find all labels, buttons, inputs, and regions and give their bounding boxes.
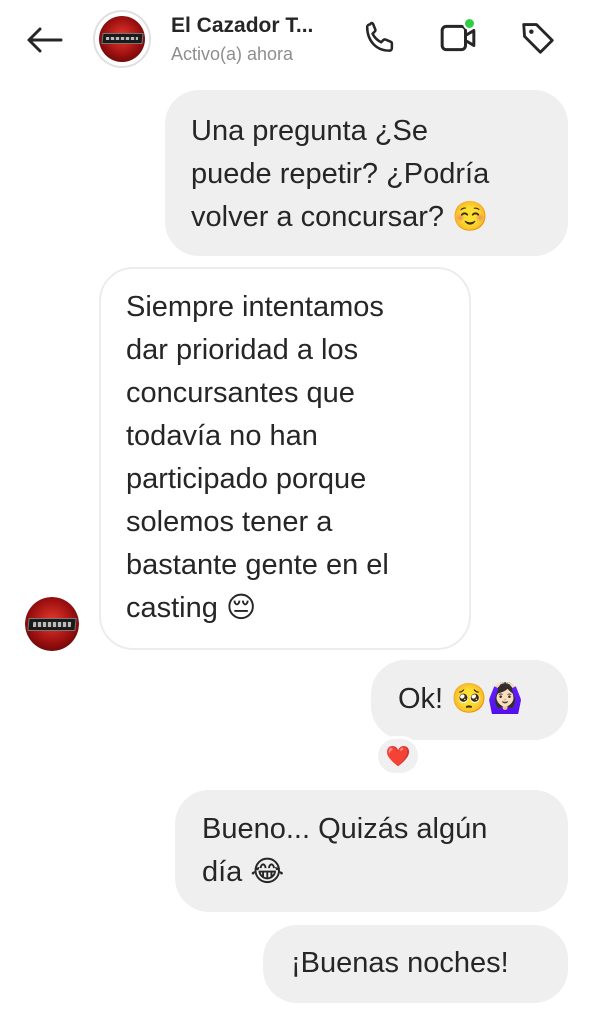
message-line: ¡Buenas noches! [291,947,509,979]
message-line: casting 😔 [126,592,257,624]
message-line: Siempre intentamos [126,291,384,323]
message-line: participado porque [126,463,367,495]
back-button[interactable] [22,18,66,62]
active-status-dot [463,17,476,30]
message-outgoing[interactable]: Bueno... Quizás algún día 😂 [175,790,568,912]
message-line: bastante gente en el [126,549,389,581]
phone-icon [365,21,394,52]
message-line: solemos tener a [126,506,333,538]
message-line: Ok! 🥺🙆🏻‍♀️ [398,683,524,715]
sender-avatar[interactable] [25,597,79,651]
message-line: Una pregunta ¿Se [191,115,428,147]
message-line: Bueno... Quizás algún [202,813,488,845]
message-line: concursantes que [126,377,355,409]
heart-icon: ❤️ [385,745,411,768]
message-outgoing[interactable]: Ok! 🥺🙆🏻‍♀️ [371,660,568,740]
chat-header: El Cazador T... Activo(a) ahora [0,0,591,80]
video-call-button[interactable] [436,16,480,60]
message-line: día 😂 [202,856,285,888]
message-line: volver a concursar? ☺️ [191,201,489,233]
contact-name[interactable]: El Cazador T... [171,14,313,38]
tag-icon [522,23,554,54]
contact-status: Activo(a) ahora [171,44,294,64]
message-incoming[interactable]: Siempre intentamos dar prioridad a los c… [99,267,471,650]
back-arrow-icon [27,27,63,53]
call-button[interactable] [358,16,402,60]
message-line: dar prioridad a los [126,334,359,366]
message-line: puede repetir? ¿Podría [191,158,490,190]
message-outgoing[interactable]: ¡Buenas noches! [263,925,568,1003]
contact-avatar[interactable] [93,10,151,68]
message-line: todavía no han [126,420,318,452]
tag-button[interactable] [516,16,560,60]
message-outgoing[interactable]: Una pregunta ¿Se puede repetir? ¿Podría … [165,90,568,256]
heart-reaction[interactable]: ❤️ [375,736,421,776]
